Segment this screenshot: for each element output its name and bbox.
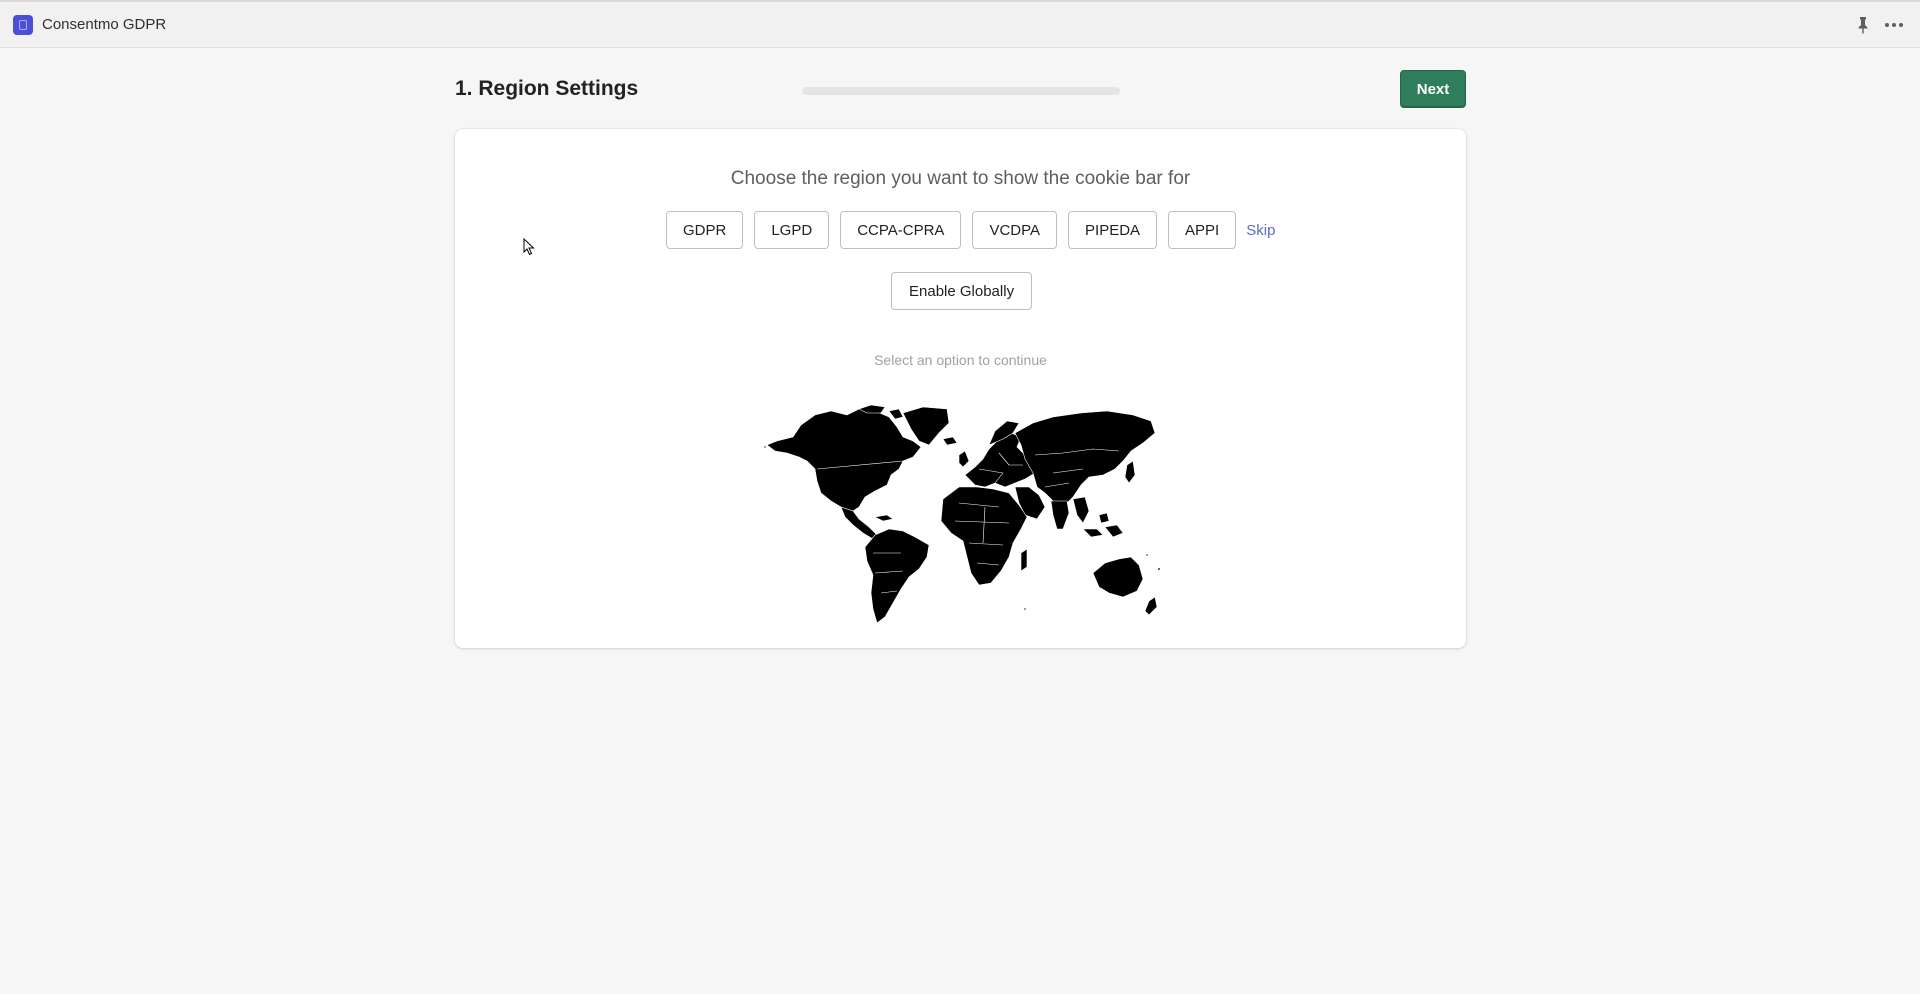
region-button-gdpr[interactable]: GDPR — [666, 211, 744, 249]
region-settings-card: Choose the region you want to show the c… — [455, 129, 1466, 648]
card-heading: Choose the region you want to show the c… — [730, 168, 1191, 189]
world-map — [763, 404, 1161, 624]
region-button-lgpd[interactable]: LGPD — [754, 211, 830, 249]
region-button-ccpa-cpra[interactable]: CCPA-CPRA — [840, 211, 962, 249]
select-option-hint: Select an option to continue — [874, 352, 1047, 368]
pin-icon[interactable] — [1855, 16, 1871, 34]
region-button-pipeda[interactable]: PIPEDA — [1068, 211, 1158, 249]
enable-globally-button[interactable]: Enable Globally — [891, 272, 1033, 310]
region-button-appi[interactable]: APPI — [1168, 211, 1237, 249]
app-title: Consentmo GDPR — [42, 16, 167, 33]
region-button-vcdpa[interactable]: VCDPA — [972, 211, 1058, 249]
next-button[interactable]: Next — [1400, 70, 1466, 108]
app-logo-icon — [13, 15, 33, 35]
app-top-bar: Consentmo GDPR — [0, 0, 1920, 48]
page-title: 1. Region Settings — [455, 77, 639, 100]
progress-bar — [802, 87, 1120, 95]
mouse-cursor-icon — [523, 238, 535, 256]
skip-link[interactable]: Skip — [1246, 222, 1275, 239]
region-options: GDPR LGPD CCPA-CPRA VCDPA PIPEDA APPI Sk… — [666, 211, 1275, 249]
more-horizontal-icon[interactable] — [1883, 17, 1905, 33]
